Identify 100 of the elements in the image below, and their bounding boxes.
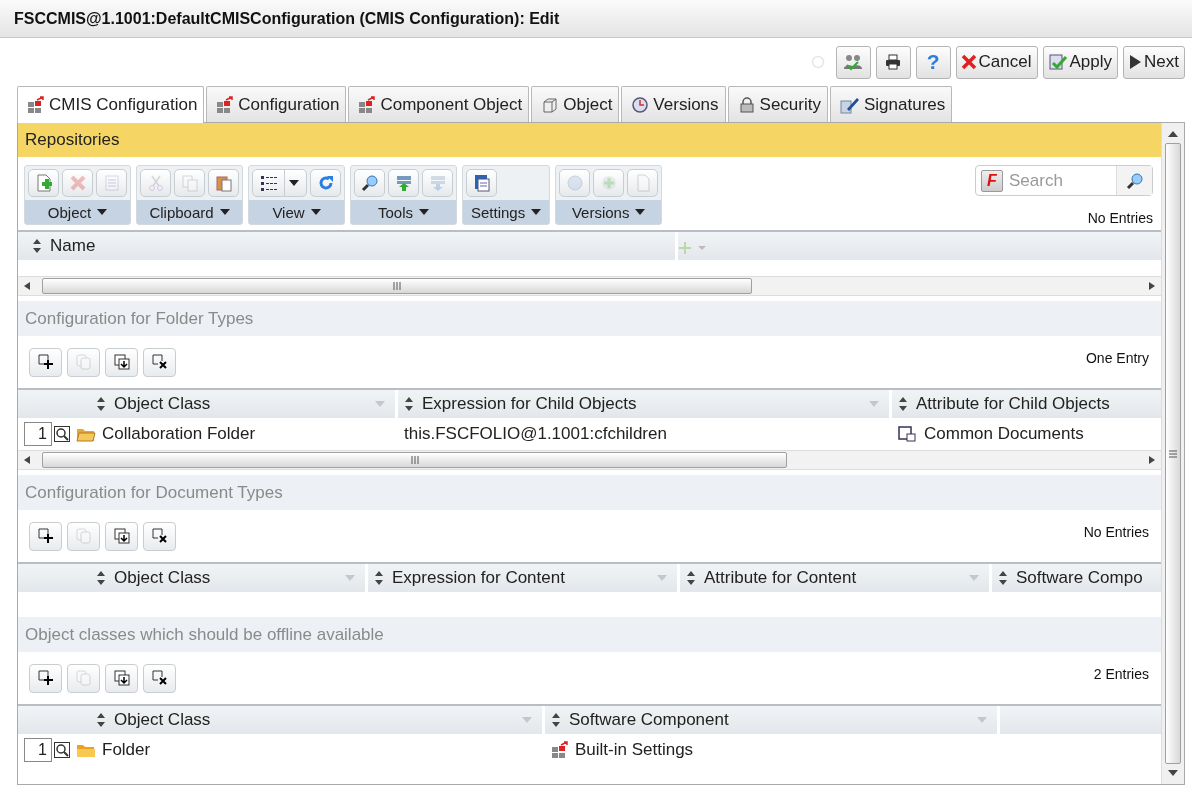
sort-icon	[96, 396, 106, 412]
insert-row-button[interactable]	[29, 347, 62, 377]
scroll-thumb[interactable]	[1165, 143, 1181, 764]
tab[interactable]: Signatures	[830, 86, 953, 122]
settings-button[interactable]	[466, 169, 497, 197]
scroll-thumb[interactable]	[42, 452, 787, 468]
arrow-right-icon	[1149, 282, 1155, 290]
tab[interactable]: CMIS Configuration	[17, 86, 205, 123]
append-row-icon	[113, 670, 130, 686]
tab[interactable]: Versions	[621, 86, 726, 122]
refresh-button[interactable]	[310, 169, 341, 197]
section-header: Object classes which should be offline available	[18, 617, 1161, 652]
horizontal-scrollbar[interactable]	[18, 450, 1161, 470]
append-row-button[interactable]	[105, 521, 138, 551]
clipboard-icon	[214, 174, 233, 192]
copy-icon	[75, 354, 92, 370]
sort-icon	[96, 570, 106, 586]
tab[interactable]: Object	[531, 86, 620, 122]
copy-icon	[75, 670, 92, 686]
toolbar-menu[interactable]: Settings	[463, 200, 550, 224]
paste-button[interactable]	[208, 169, 239, 197]
caret-icon	[345, 575, 355, 581]
tab[interactable]: Component Object	[348, 86, 530, 122]
lock-icon	[737, 95, 756, 114]
toolbar-menu[interactable]: Tools	[351, 200, 456, 224]
grip-icon	[392, 282, 402, 290]
search-scope-button[interactable]: F	[981, 169, 1003, 192]
sort-icon	[404, 396, 414, 412]
tab[interactable]: Security	[727, 86, 828, 122]
row-number[interactable]: 1	[24, 422, 52, 446]
horizontal-scrollbar[interactable]	[18, 276, 1161, 296]
users-button[interactable]	[835, 45, 871, 79]
linked-window-icon	[898, 425, 918, 443]
insert-row-icon	[37, 354, 54, 370]
section-header: Configuration for Folder Types	[18, 301, 1161, 336]
table-cell: Built-in Settings	[575, 740, 694, 760]
remove-row-button[interactable]	[143, 347, 176, 377]
append-row-button[interactable]	[105, 347, 138, 377]
cross-icon	[960, 54, 977, 70]
insert-row-button[interactable]	[29, 663, 62, 693]
cancel-button[interactable]: Cancel	[955, 45, 1038, 79]
caret-icon	[310, 209, 321, 215]
list-icon	[260, 174, 280, 192]
caret-icon	[97, 209, 108, 215]
caret-icon	[969, 575, 979, 581]
clock-icon	[631, 95, 650, 114]
append-row-button[interactable]	[105, 663, 138, 693]
search-button[interactable]	[354, 169, 385, 197]
vertical-scrollbar[interactable]	[1161, 123, 1184, 784]
entry-count: One Entry	[1085, 350, 1149, 368]
arrow-left-icon	[24, 456, 30, 464]
tab[interactable]: Configuration	[206, 86, 347, 122]
caret-icon	[419, 209, 429, 215]
import-button[interactable]	[388, 169, 419, 197]
stack-up-arrow-icon	[394, 174, 413, 192]
column-header[interactable]: Software Component	[545, 706, 1000, 734]
remove-row-button[interactable]	[143, 521, 176, 551]
sort-icon	[551, 712, 561, 728]
grip-icon	[409, 456, 420, 464]
column-header[interactable]: Object Class	[18, 390, 398, 418]
search-icon	[360, 174, 379, 192]
scroll-thumb[interactable]	[42, 278, 752, 294]
users-icon	[843, 53, 864, 71]
magnifier-icon	[54, 742, 70, 758]
search-options-button[interactable]	[1116, 166, 1152, 195]
cubes-icon	[358, 95, 377, 114]
entry-count: No Entries	[1087, 210, 1153, 226]
table-cell: Common Documents	[924, 424, 1084, 444]
play-icon	[1128, 54, 1143, 70]
next-button[interactable]: Next	[1123, 45, 1185, 79]
help-button[interactable]: ?	[915, 45, 951, 79]
column-header[interactable]: Object Class	[18, 706, 545, 734]
remove-row-icon	[151, 528, 168, 544]
cross-icon	[68, 174, 87, 192]
caret-icon	[289, 180, 299, 186]
column-header[interactable]: Expression for Child Objects	[398, 390, 892, 418]
list-view-button[interactable]	[252, 169, 307, 197]
column-header[interactable]: Expression for Content	[368, 564, 680, 592]
pen-icon	[840, 95, 860, 114]
caret-icon	[635, 209, 646, 215]
section-header: Configuration for Document Types	[18, 475, 1161, 510]
sort-icon	[898, 396, 908, 412]
cubes-icon	[27, 96, 45, 114]
print-button[interactable]	[875, 45, 911, 79]
column-header[interactable]: Object Class	[18, 564, 368, 592]
toolbar-menu[interactable]: Object	[25, 200, 130, 224]
remove-row-button[interactable]	[143, 663, 176, 693]
toolbar-menu[interactable]: View	[249, 200, 344, 224]
column-header[interactable]: Attribute for Content	[680, 564, 992, 592]
caret-icon	[657, 575, 667, 581]
insert-row-button[interactable]	[29, 521, 62, 551]
toolbar-menu[interactable]: Clipboard	[137, 200, 242, 224]
toolbar-menu[interactable]: Versions	[556, 200, 662, 224]
checklist-icon	[102, 174, 121, 192]
row-number[interactable]: 1	[24, 738, 52, 762]
apply-button[interactable]: Apply	[1042, 45, 1119, 79]
search-field[interactable]: F Search	[975, 165, 1153, 196]
entry-count: 2 Entries	[1093, 666, 1149, 684]
table-cell: this.FSCFOLIO@1.1001:cfchildren	[404, 424, 667, 444]
new-object-button[interactable]	[28, 169, 59, 197]
